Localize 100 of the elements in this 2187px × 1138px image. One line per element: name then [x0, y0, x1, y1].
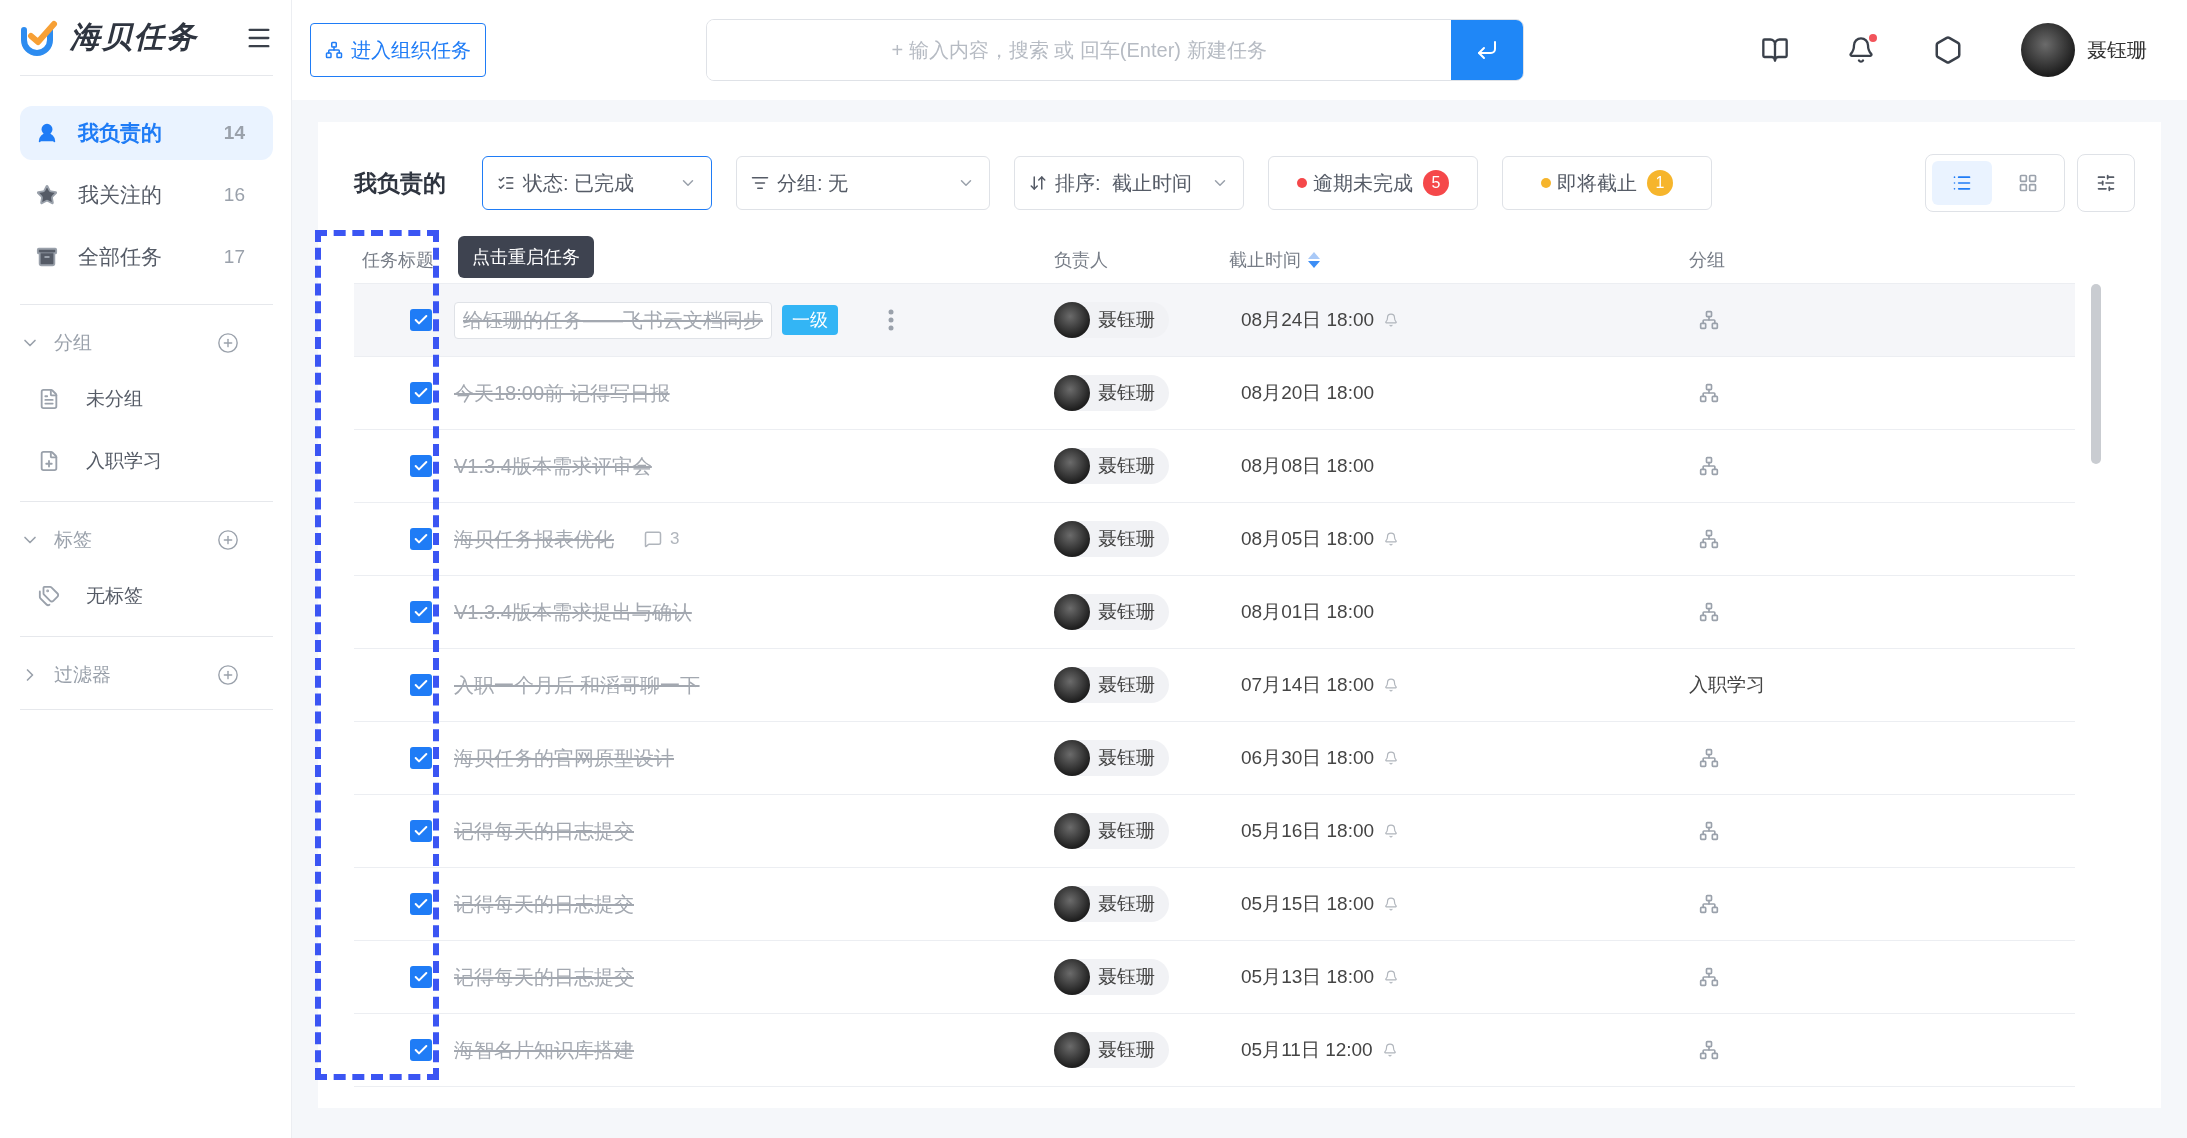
add-icon[interactable] [217, 664, 239, 686]
task-title: 今天18:00前 记得写日报 [454, 380, 670, 406]
bell-icon [1384, 678, 1399, 692]
search-field[interactable]: + 输入内容，搜索 或 回车(Enter) 新建任务 [706, 19, 1524, 81]
group-icon[interactable] [1699, 821, 1719, 841]
group-icon[interactable] [1699, 310, 1719, 330]
group-icon[interactable] [1699, 1040, 1719, 1060]
task-title: V1.3.4版本需求提出与确认 [454, 599, 692, 625]
nav-icon [36, 122, 58, 144]
sliders-icon [2096, 173, 2116, 193]
due-time: 05月11日 12:00 [1229, 1037, 1689, 1063]
sidebar-item[interactable]: 全部任务 17 [20, 230, 273, 284]
filter-dropdown[interactable]: 分组: 无 [736, 156, 990, 210]
group-icon[interactable] [1699, 894, 1719, 914]
settings-icon[interactable] [1933, 35, 1963, 65]
settings-button[interactable] [2077, 154, 2135, 212]
avatar [1054, 959, 1090, 995]
assignee-chip: 聂钰珊 [1054, 521, 1169, 557]
checkbox[interactable] [410, 382, 432, 404]
sidebar-item[interactable]: 我负责的 14 [20, 106, 273, 160]
sidebar-item[interactable]: 我关注的 16 [20, 168, 273, 222]
task-title: 海智名片知识库搭建 [454, 1037, 634, 1063]
due-time: 08月20日 18:00 [1240, 381, 1376, 405]
org-chart-icon [325, 41, 343, 59]
task-title: 海贝任务报表优化 [454, 526, 614, 552]
column-header: 负责人 [1054, 248, 1109, 272]
bell-icon [1384, 970, 1399, 984]
due-time: 07月14日 18:00 [1229, 672, 1689, 698]
add-icon[interactable] [217, 332, 239, 354]
notification-dot [1869, 34, 1877, 42]
assignee-chip: 聂钰珊 [1054, 740, 1169, 776]
checkbox[interactable] [410, 674, 432, 696]
task-title: 入职一个月后 和滔哥聊一下 [454, 672, 700, 698]
page-title: 我负责的 [354, 168, 447, 198]
section-title: 过滤器 [54, 663, 112, 687]
enter-icon [1475, 38, 1499, 62]
bell-icon [1384, 313, 1399, 327]
enter-button[interactable] [1451, 20, 1523, 80]
count-badge: 5 [1423, 170, 1449, 196]
item-icon [38, 585, 60, 607]
scrollbar[interactable] [2091, 284, 2101, 464]
task-row[interactable]: 给钰珊的任务——飞书云文档同步 一级 聂钰珊 08月24日 18:00 [354, 284, 2075, 357]
checkbox[interactable] [410, 1039, 432, 1061]
due-time: 08月24日 18:00 [1229, 307, 1689, 333]
more-icon[interactable] [888, 309, 894, 331]
avatar [1054, 813, 1090, 849]
checkbox[interactable] [410, 455, 432, 477]
nav-icon [36, 184, 58, 206]
sidebar-subitem[interactable]: 未分组 [20, 373, 273, 425]
org-tasks-button[interactable]: 进入组织任务 [310, 23, 486, 77]
avatar[interactable] [2021, 23, 2075, 77]
column-header: 任务标题 [361, 248, 435, 272]
status-filter-button[interactable]: 逾期未完成 5 [1268, 156, 1478, 210]
group-icon[interactable] [1699, 383, 1719, 403]
book-icon[interactable] [1761, 36, 1789, 64]
group-icon[interactable] [1699, 748, 1719, 768]
assignee-chip: 聂钰珊 [1054, 667, 1169, 703]
checkbox[interactable] [410, 893, 432, 915]
assignee-chip: 聂钰珊 [1054, 302, 1169, 338]
assignee-chip: 聂钰珊 [1054, 448, 1169, 484]
avatar [1054, 448, 1090, 484]
filter-dropdown[interactable]: 状态: 已完成 [482, 156, 712, 210]
comment-count: 3 [644, 529, 680, 549]
section-title: 分组 [54, 331, 93, 355]
status-filter-button[interactable]: 即将截止 1 [1502, 156, 1712, 210]
avatar [1054, 302, 1090, 338]
group-name: 入职学习 [1689, 673, 1766, 697]
avatar [1054, 375, 1090, 411]
checkbox[interactable] [410, 820, 432, 842]
avatar [1054, 1032, 1090, 1068]
logo-icon [20, 19, 58, 56]
filter-dropdown[interactable]: 排序: 截止时间 [1014, 156, 1244, 210]
comment-icon [644, 530, 662, 548]
bell-icon [1384, 897, 1399, 911]
add-icon[interactable] [217, 529, 239, 551]
sidebar-subitem[interactable]: 无标签 [20, 570, 273, 622]
group-icon[interactable] [1699, 529, 1719, 549]
group-icon[interactable] [1699, 967, 1719, 987]
checkbox[interactable] [410, 309, 432, 331]
count-badge: 1 [1647, 170, 1673, 196]
checkbox[interactable] [410, 601, 432, 623]
checkbox[interactable] [410, 966, 432, 988]
list-view-button[interactable] [1932, 161, 1992, 205]
due-time: 06月30日 18:00 [1229, 745, 1689, 771]
group-icon[interactable] [1699, 456, 1719, 476]
due-time: 08月08日 18:00 [1240, 454, 1376, 478]
assignee-chip: 聂钰珊 [1054, 886, 1169, 922]
sidebar-subitem[interactable]: 入职学习 [20, 435, 273, 487]
checkbox[interactable] [410, 747, 432, 769]
bell-icon [1384, 532, 1399, 546]
checkbox[interactable] [410, 528, 432, 550]
assignee-chip: 聂钰珊 [1054, 813, 1169, 849]
column-header: 分组 [1689, 248, 1726, 272]
list-icon [1952, 173, 1972, 193]
item-icon [38, 388, 60, 410]
group-icon[interactable] [1699, 602, 1719, 622]
assignee-chip: 聂钰珊 [1054, 1032, 1169, 1068]
assignee-chip: 聂钰珊 [1054, 594, 1169, 630]
column-header[interactable]: 截止时间 [1229, 247, 1689, 272]
notification-icon[interactable] [1847, 36, 1875, 64]
